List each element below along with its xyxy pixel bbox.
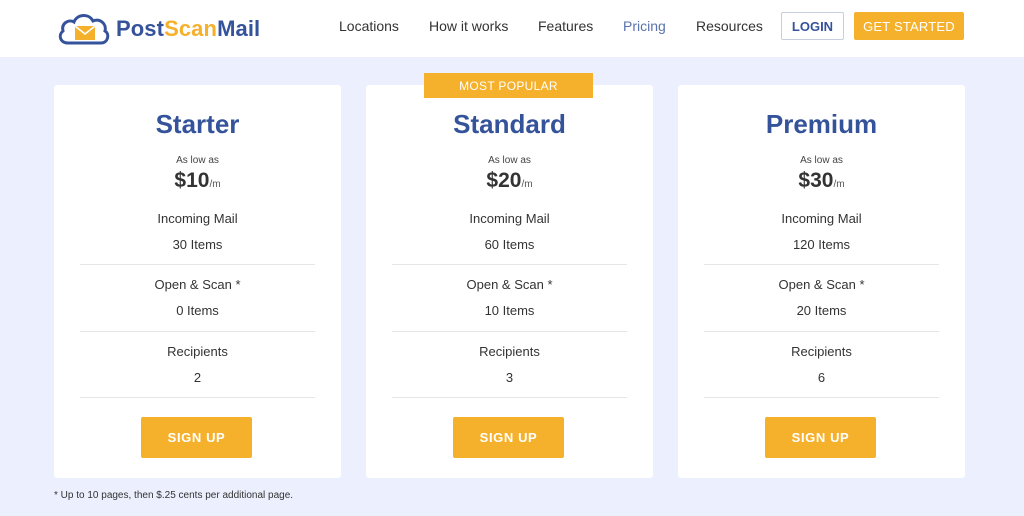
incoming-mail-value: 30 Items [172,237,223,252]
incoming-mail-label: Incoming Mail [781,211,862,226]
plan-card-standard: Standard As low as $20/m Incoming Mail 6… [366,85,653,478]
as-low-as-label: As low as [800,155,843,166]
incoming-mail-label: Incoming Mail [469,211,550,226]
plan-title: Premium [765,109,878,139]
sign-up-button-starter[interactable]: SIGN UP [141,417,252,458]
divider [704,397,939,398]
recipients-label: Recipients [167,344,228,359]
recipients-value: 6 [817,370,826,385]
logo[interactable]: PostScanMail [56,9,260,49]
nav-locations[interactable]: Locations [339,18,399,34]
divider [80,331,315,332]
site-header: PostScanMail Locations How it works Feat… [0,0,1024,57]
plan-title: Standard [453,109,566,139]
get-started-button[interactable]: GET STARTED [854,12,964,40]
plan-card-premium: Premium As low as $30/m Incoming Mail 12… [678,85,965,478]
open-scan-label: Open & Scan * [466,277,553,292]
divider [392,397,627,398]
divider [392,331,627,332]
divider [392,264,627,265]
nav-resources[interactable]: Resources [696,18,763,34]
recipients-value: 2 [193,370,202,385]
login-button[interactable]: LOGIN [781,12,844,40]
open-scan-value: 20 Items [796,303,847,318]
divider [80,397,315,398]
plan-price: $30/m [798,169,845,192]
nav-pricing[interactable]: Pricing [623,18,666,34]
recipients-value: 3 [505,370,514,385]
recipients-label: Recipients [791,344,852,359]
nav-features[interactable]: Features [538,18,593,34]
plan-card-starter: Starter As low as $10/m Incoming Mail 30… [54,85,341,478]
as-low-as-label: As low as [488,155,531,166]
divider [704,264,939,265]
open-scan-label: Open & Scan * [778,277,865,292]
plan-price: $10/m [174,169,221,192]
sign-up-button-standard[interactable]: SIGN UP [453,417,564,458]
sign-up-button-premium[interactable]: SIGN UP [765,417,876,458]
footnote: * Up to 10 pages, then $.25 cents per ad… [54,490,294,501]
divider [704,331,939,332]
open-scan-value: 10 Items [484,303,535,318]
incoming-mail-label: Incoming Mail [157,211,238,226]
open-scan-value: 0 Items [176,303,219,318]
open-scan-label: Open & Scan * [154,277,241,292]
most-popular-badge: MOST POPULAR [424,73,593,98]
as-low-as-label: As low as [176,155,219,166]
incoming-mail-value: 60 Items [484,237,535,252]
divider [80,264,315,265]
logo-text: PostScanMail [116,16,261,41]
nav-how-it-works[interactable]: How it works [429,18,508,34]
recipients-label: Recipients [479,344,540,359]
plan-title: Starter [155,109,240,139]
incoming-mail-value: 120 Items [792,237,851,252]
cloud-envelope-icon [58,14,110,45]
plan-price: $20/m [486,169,533,192]
